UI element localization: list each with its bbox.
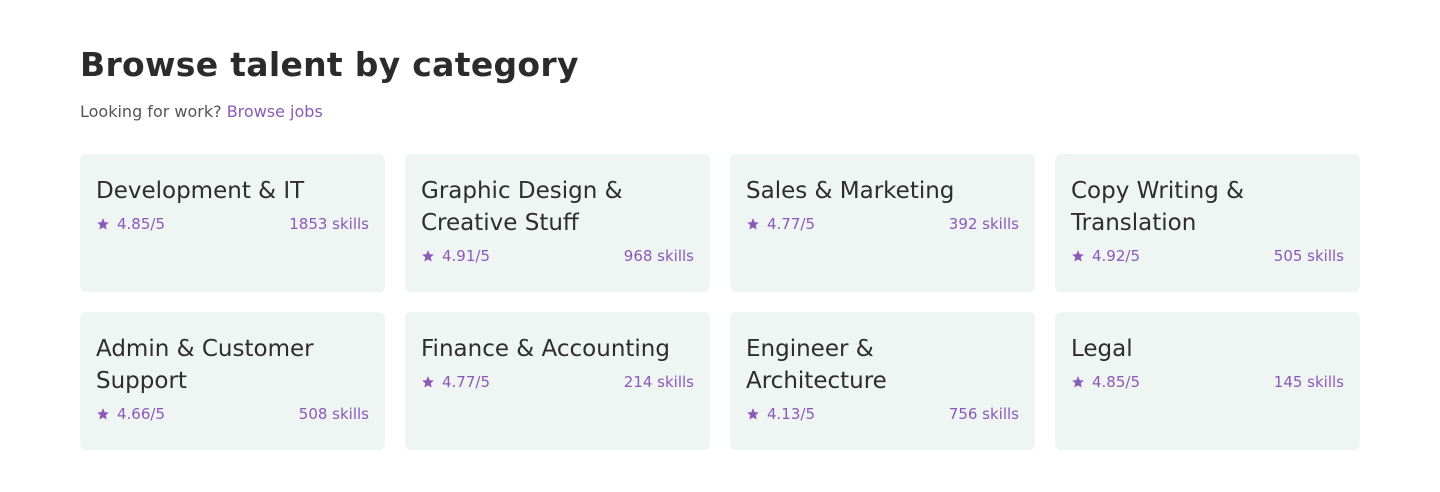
category-title: Graphic Design & Creative Stuff	[421, 178, 623, 236]
category-card-copy-writing[interactable]: Copy Writing & Translation 4.92/5 505 sk…	[1055, 154, 1360, 292]
rating-value: 4.77/5	[767, 215, 815, 233]
category-title: Legal	[1071, 336, 1133, 362]
category-meta: 4.66/5 508 skills	[96, 405, 369, 423]
skills-count: 392 skills	[948, 215, 1019, 233]
category-meta: 4.91/5 968 skills	[421, 247, 694, 265]
skills-count: 1853 skills	[289, 215, 369, 233]
category-rating: 4.92/5	[1071, 247, 1140, 265]
category-meta: 4.77/5 214 skills	[421, 373, 694, 391]
category-title: Finance & Accounting	[421, 336, 670, 362]
category-card-legal[interactable]: Legal 4.85/5 145 skills	[1055, 312, 1360, 450]
category-card-development-it[interactable]: Development & IT 4.85/5 1853 skills	[80, 154, 385, 292]
star-icon	[421, 249, 435, 263]
category-grid: Development & IT 4.85/5 1853 skills Grap…	[80, 154, 1360, 450]
category-title: Development & IT	[96, 178, 305, 204]
category-rating: 4.91/5	[421, 247, 490, 265]
rating-value: 4.13/5	[767, 405, 815, 423]
category-meta: 4.13/5 756 skills	[746, 405, 1019, 423]
star-icon	[1071, 375, 1085, 389]
browse-jobs-link[interactable]: Browse jobs	[227, 102, 323, 121]
category-card-engineer-architecture[interactable]: Engineer & Architecture 4.13/5 756 skill…	[730, 312, 1035, 450]
category-card-finance-accounting[interactable]: Finance & Accounting 4.77/5 214 skills	[405, 312, 710, 450]
skills-count: 756 skills	[948, 405, 1019, 423]
star-icon	[746, 217, 760, 231]
category-rating: 4.13/5	[746, 405, 815, 423]
rating-value: 4.66/5	[117, 405, 165, 423]
star-icon	[96, 407, 110, 421]
skills-count: 145 skills	[1273, 373, 1344, 391]
category-meta: 4.77/5 392 skills	[746, 215, 1019, 233]
category-title: Engineer & Architecture	[746, 336, 887, 394]
category-card-graphic-design[interactable]: Graphic Design & Creative Stuff 4.91/5 9…	[405, 154, 710, 292]
category-meta: 4.85/5 1853 skills	[96, 215, 369, 233]
category-meta: 4.92/5 505 skills	[1071, 247, 1344, 265]
skills-count: 508 skills	[298, 405, 369, 423]
category-rating: 4.85/5	[96, 215, 165, 233]
category-rating: 4.77/5	[746, 215, 815, 233]
category-rating: 4.77/5	[421, 373, 490, 391]
browse-category-section: Browse talent by category Looking for wo…	[0, 0, 1440, 450]
category-title: Admin & Customer Support	[96, 336, 314, 394]
category-title: Sales & Marketing	[746, 178, 955, 204]
subtitle-text: Looking for work?	[80, 102, 222, 121]
rating-value: 4.85/5	[117, 215, 165, 233]
subtitle: Looking for work? Browse jobs	[80, 102, 1360, 122]
star-icon	[96, 217, 110, 231]
category-meta: 4.85/5 145 skills	[1071, 373, 1344, 391]
star-icon	[1071, 249, 1085, 263]
skills-count: 968 skills	[623, 247, 694, 265]
skills-count: 505 skills	[1273, 247, 1344, 265]
category-title: Copy Writing & Translation	[1071, 178, 1245, 236]
category-rating: 4.66/5	[96, 405, 165, 423]
rating-value: 4.85/5	[1092, 373, 1140, 391]
category-card-sales-marketing[interactable]: Sales & Marketing 4.77/5 392 skills	[730, 154, 1035, 292]
star-icon	[746, 407, 760, 421]
page-title: Browse talent by category	[80, 45, 579, 84]
category-card-admin-support[interactable]: Admin & Customer Support 4.66/5 508 skil…	[80, 312, 385, 450]
category-rating: 4.85/5	[1071, 373, 1140, 391]
rating-value: 4.92/5	[1092, 247, 1140, 265]
rating-value: 4.77/5	[442, 373, 490, 391]
skills-count: 214 skills	[623, 373, 694, 391]
star-icon	[421, 375, 435, 389]
rating-value: 4.91/5	[442, 247, 490, 265]
